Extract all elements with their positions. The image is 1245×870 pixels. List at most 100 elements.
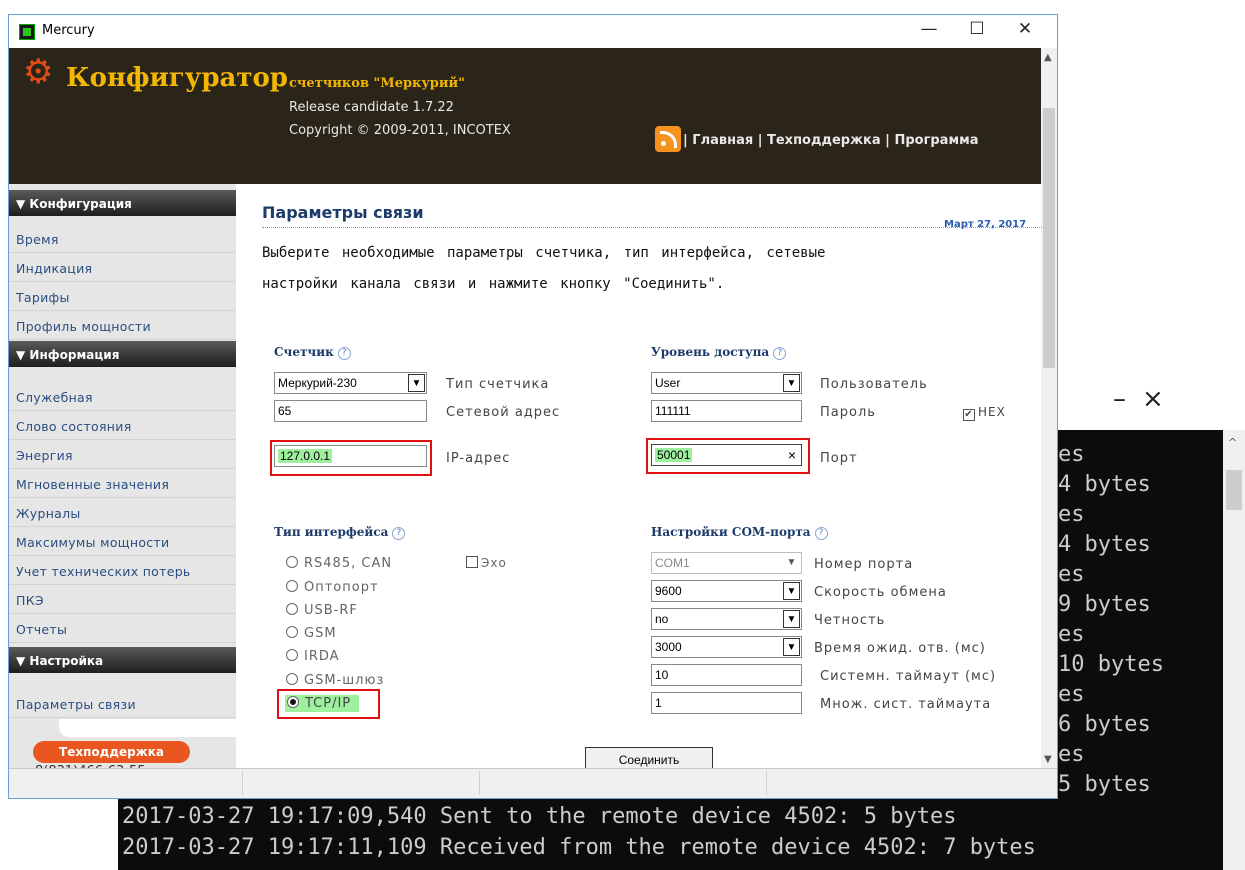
nav-support-link[interactable]: Техподдержка (767, 133, 881, 148)
sidebar-item-journals[interactable]: Журналы (9, 498, 236, 527)
scroll-up-icon[interactable]: ▲ (1044, 52, 1052, 63)
radio-icon[interactable] (286, 556, 298, 568)
radio-selected-icon[interactable] (287, 696, 299, 708)
sidebar-item-power-profile[interactable]: Профиль мощности (9, 311, 236, 340)
nav-home-link[interactable]: Главная (692, 133, 753, 148)
access-heading: Уровень доступа? (651, 345, 787, 360)
scroll-down-icon[interactable]: ▼ (1044, 754, 1052, 765)
help-icon[interactable]: ? (392, 527, 406, 540)
radio-label: RS485, CAN (304, 556, 393, 571)
sidebar-item-tariffs[interactable]: Тарифы (9, 282, 236, 311)
radio-optoport[interactable]: Оптопорт (286, 580, 379, 595)
sidebar-section-info[interactable]: ▼ Информация (9, 341, 236, 367)
chevron-down-icon[interactable]: ▼ (783, 610, 800, 628)
sidebar-item-time[interactable]: Время (9, 224, 236, 253)
checkbox-icon[interactable] (466, 556, 478, 568)
rss-icon[interactable] (655, 126, 681, 152)
radio-rs485[interactable]: RS485, CAN (286, 556, 392, 571)
radio-label: USB-RF (304, 603, 358, 618)
sidebar-item-indication[interactable]: Индикация (9, 253, 236, 282)
header-nav: | Главная | Техподдержка | Программа (683, 133, 978, 148)
sidebar-item-energy[interactable]: Энергия (9, 440, 236, 469)
status-bar (9, 768, 1057, 798)
console-close-button[interactable]: × (1142, 384, 1164, 414)
console-log-line: 2017-03-27 19:17:11,109 Received from th… (122, 835, 1036, 860)
page-scroll-thumb[interactable] (1043, 108, 1055, 368)
scroll-up-icon[interactable]: ^ (1228, 436, 1237, 449)
page-date: Март 27, 2017 (944, 219, 1027, 230)
sidebar-section-settings[interactable]: ▼ Настройка (9, 647, 236, 673)
checkbox-checked-icon[interactable]: ✔ (963, 409, 975, 421)
port-input[interactable]: 50001 × (651, 444, 802, 466)
chevron-down-icon[interactable]: ▼ (783, 638, 800, 656)
main-content: Параметры связи Март 27, 2017 Выберите н… (236, 184, 1042, 772)
password-input[interactable]: 111111 (651, 400, 802, 422)
radio-icon[interactable] (286, 580, 298, 592)
radio-irda[interactable]: IRDA (286, 649, 340, 664)
chevron-down-icon[interactable]: ▼ (408, 374, 425, 392)
sidebar-item-status-word[interactable]: Слово состояния (9, 411, 236, 440)
sidebar-item-power-max[interactable]: Максимумы мощности (9, 527, 236, 556)
sidebar-item-connection-params[interactable]: Параметры связи (9, 689, 236, 718)
clear-icon[interactable]: × (788, 447, 796, 463)
network-address-value: 65 (278, 404, 292, 418)
nav-separator: | (885, 133, 890, 148)
console-scrollbar[interactable]: ^ (1223, 430, 1245, 870)
console-fragment: 4 bytes (1058, 532, 1151, 557)
radio-gsm[interactable]: GSM (286, 626, 337, 641)
close-button[interactable]: ✕ (1005, 19, 1045, 45)
console-scroll-thumb[interactable] (1226, 470, 1242, 510)
radio-tcpip[interactable]: TCP/IP (285, 695, 360, 712)
network-address-label: Сетевой адрес (446, 405, 561, 420)
nav-program-link[interactable]: Программа (894, 133, 978, 148)
chevron-down-icon[interactable]: ▼ (783, 582, 800, 600)
minimize-button[interactable]: — (909, 19, 949, 45)
com-port-select[interactable]: COM1 ▼ (651, 552, 802, 574)
sidebar-item-instant-values[interactable]: Мгновенные значения (9, 469, 236, 498)
meter-type-select[interactable]: Меркурий-230 ▼ (274, 372, 427, 394)
access-level-select[interactable]: User ▼ (651, 372, 802, 394)
wait-time-select[interactable]: 3000 ▼ (651, 636, 802, 658)
chevron-down-icon[interactable]: ▼ (783, 374, 800, 392)
radio-icon[interactable] (286, 626, 298, 638)
network-address-input[interactable]: 65 (274, 400, 427, 422)
radio-usb-rf[interactable]: USB-RF (286, 603, 358, 618)
ip-address-input[interactable]: 127.0.0.1 (274, 445, 427, 467)
hex-checkbox[interactable]: ✔ HEX (963, 405, 1006, 421)
system-timeout-input[interactable]: 10 (651, 664, 802, 686)
baud-rate-select[interactable]: 9600 ▼ (651, 580, 802, 602)
sidebar-item-pke[interactable]: ПКЭ (9, 585, 236, 614)
help-icon[interactable]: ? (773, 347, 787, 360)
console-minimize-button[interactable]: – (1113, 384, 1126, 414)
console-fragment: 10 bytes (1058, 652, 1164, 677)
console-titlebar: – × (1058, 376, 1245, 430)
console-fragment: 9 bytes (1058, 592, 1151, 617)
access-heading-text: Уровень доступа (651, 345, 770, 359)
maximize-button[interactable]: ☐ (957, 19, 997, 45)
parity-value: no (655, 612, 669, 626)
help-icon[interactable]: ? (337, 347, 351, 360)
sidebar-item-reports[interactable]: Отчеты (9, 614, 236, 643)
sidebar-item-tech-losses[interactable]: Учет технических потерь (9, 556, 236, 585)
timeout-multiplier-input[interactable]: 1 (651, 692, 802, 714)
parity-select[interactable]: no ▼ (651, 608, 802, 630)
radio-icon[interactable] (286, 603, 298, 615)
radio-icon[interactable] (286, 673, 298, 685)
description-line: настройки канала связи и нажмите кнопку … (262, 276, 725, 292)
console-fragment: 4 bytes (1058, 472, 1151, 497)
status-divider (766, 771, 767, 795)
help-icon[interactable]: ? (814, 527, 828, 540)
chevron-down-icon[interactable]: ▼ (783, 554, 800, 572)
title-divider (262, 227, 1042, 228)
page-scrollbar[interactable]: ▲ ▼ (1041, 48, 1057, 768)
radio-gsm-gateway[interactable]: GSM-шлюз (286, 673, 384, 688)
timeout-multiplier-value: 1 (655, 696, 662, 710)
echo-checkbox[interactable]: Эхо (466, 556, 507, 570)
sidebar-item-service[interactable]: Служебная (9, 382, 236, 411)
sidebar-section-config[interactable]: ▼ Конфигурация (9, 190, 236, 216)
access-level-value: User (655, 376, 681, 390)
radio-icon[interactable] (286, 649, 298, 661)
console-fragment: es (1058, 562, 1085, 587)
mercury-window: Mercury — ☐ ✕ ⚙ Конфигуратор счетчиков "… (8, 14, 1058, 799)
support-button[interactable]: Техподдержка (33, 741, 190, 763)
